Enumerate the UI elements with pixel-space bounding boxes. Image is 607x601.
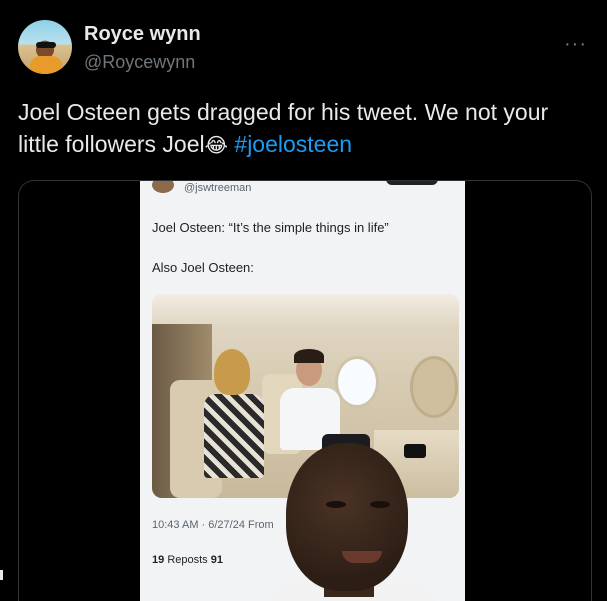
overlay-mouth <box>342 551 382 563</box>
author-handle[interactable]: @Roycewynn <box>84 52 195 73</box>
overlay-face <box>286 443 408 591</box>
tweet-text: Joel Osteen gets dragged for his tweet. … <box>18 96 593 161</box>
overlay-right-eye <box>370 501 390 508</box>
overlay-left-eye <box>326 501 346 508</box>
jet-window-rear <box>410 356 458 418</box>
avatar-figure-shirt <box>30 56 62 74</box>
reposts-count: 19 <box>152 554 165 566</box>
hashtag-link[interactable]: #joelosteen <box>234 131 352 157</box>
scroll-indicator <box>0 570 3 580</box>
woman-figure-body <box>204 394 264 478</box>
embedded-followup-line: Also Joel Osteen: <box>152 260 254 275</box>
embedded-timestamp: 10:43 AM · 6/27/24 From <box>152 519 274 531</box>
phone-notch <box>386 181 438 185</box>
woman-figure-hair <box>214 349 250 395</box>
embedded-quote-line: Joel Osteen: “It’s the simple things in … <box>152 220 389 235</box>
jet-window <box>335 356 379 408</box>
more-options-icon[interactable]: ··· <box>564 33 587 56</box>
reposts-label: Reposts <box>167 554 208 566</box>
man-figure-hair <box>294 349 324 363</box>
author-name[interactable]: Royce wynn <box>84 23 201 46</box>
likes-count-partial: 91 <box>210 554 223 566</box>
embedded-handle: @jswtreeman <box>184 182 252 194</box>
author-avatar[interactable] <box>18 20 72 74</box>
reaction-person-overlay <box>264 437 439 601</box>
tweet-media[interactable]: @jswtreeman Joel Osteen: “It’s the simpl… <box>18 180 592 601</box>
avatar-figure-sunglasses <box>36 42 56 48</box>
embedded-stats: 19 Reposts 91 <box>152 554 223 566</box>
embedded-avatar <box>152 181 174 193</box>
tears-of-joy-emoji: 😂 <box>204 133 229 157</box>
